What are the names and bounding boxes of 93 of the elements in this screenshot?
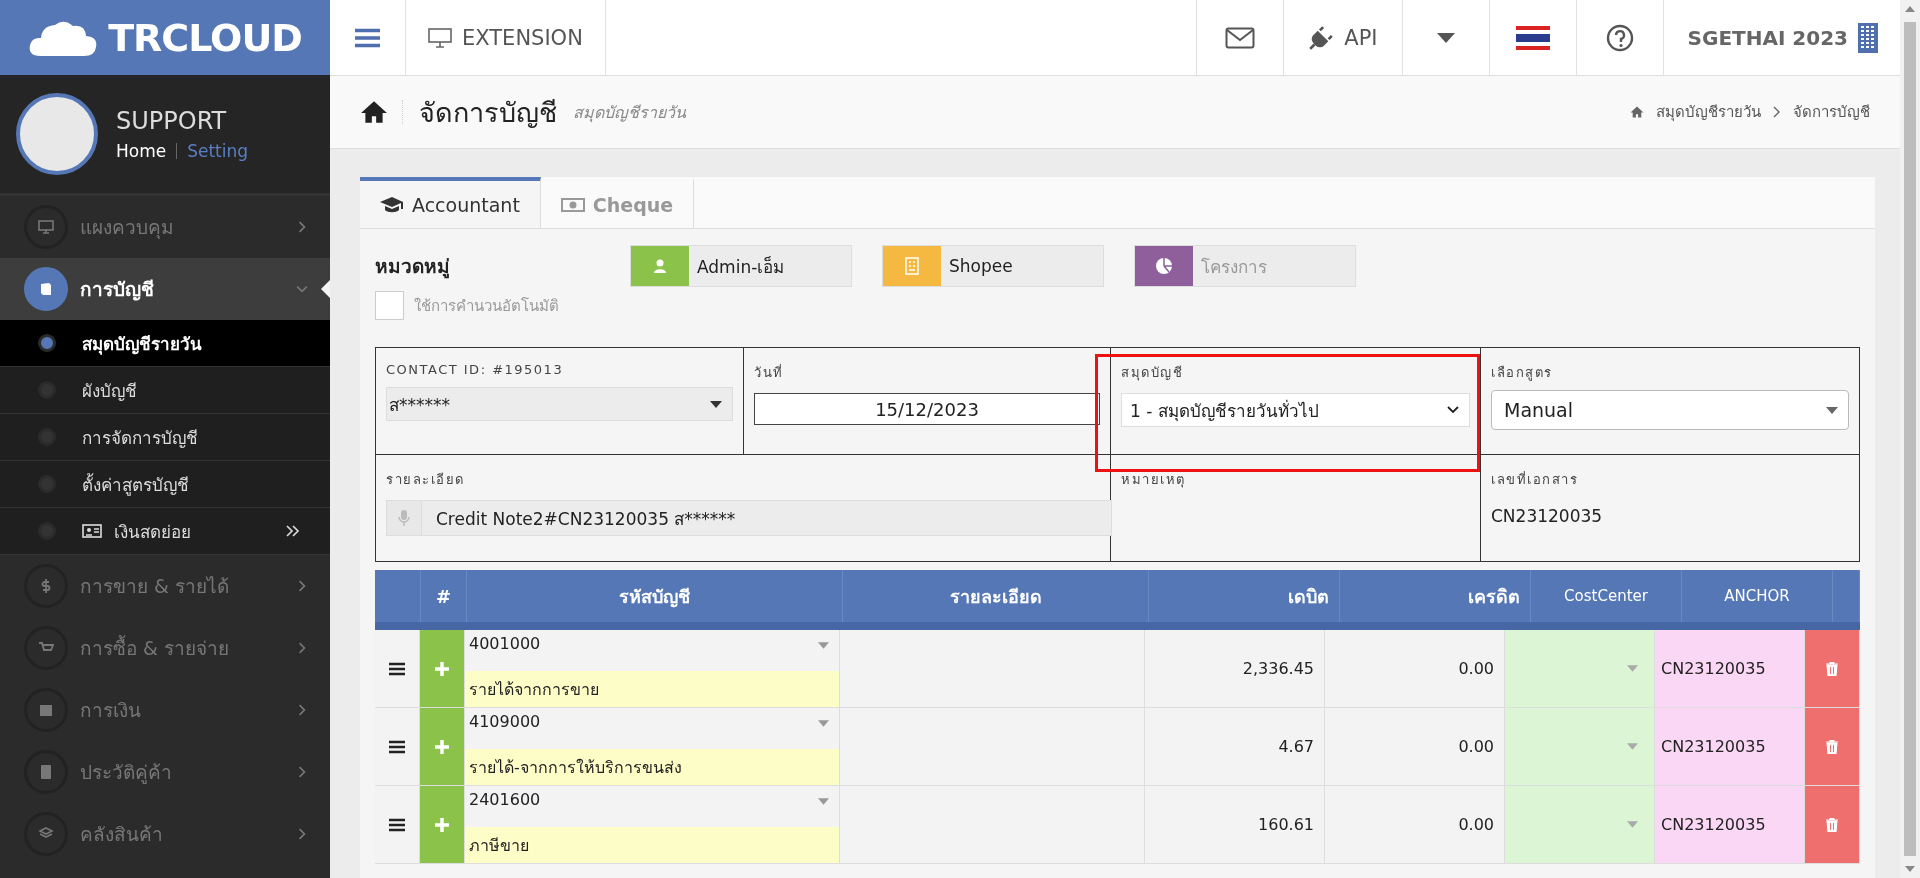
- field-label: หมายเหตุ: [1121, 471, 1187, 490]
- caret-icon: [1826, 406, 1838, 414]
- company-button[interactable]: SGETHAI 2023: [1663, 0, 1900, 75]
- journal-select[interactable]: 1 - สมุดบัญชีรายวันทั่วไป: [1121, 393, 1470, 427]
- monitor-icon: [428, 27, 452, 48]
- page-title: จัดการบัญชี: [419, 95, 557, 130]
- extension-button[interactable]: EXTENSION: [406, 0, 606, 75]
- drag-handle-icon[interactable]: [389, 739, 405, 754]
- id-card-icon: [82, 523, 102, 539]
- plug-icon: [1308, 24, 1335, 51]
- logo-text: TRCLOUD: [108, 15, 302, 60]
- caret-icon: [818, 798, 829, 805]
- checkbox-label: ใช้การคำนวนอัตโนมัติ: [414, 295, 559, 317]
- account-code-select[interactable]: 4001000: [465, 630, 839, 671]
- field-label: รายละเอียด: [386, 471, 466, 489]
- anchor-cell: CN23120035: [1655, 708, 1805, 785]
- trash-icon: [1826, 817, 1838, 832]
- submenu-item[interactable]: ผังบัญชี: [0, 367, 330, 414]
- category-button[interactable]: Admin-เอ็ม: [630, 245, 852, 287]
- column-header: ANCHOR: [1682, 570, 1833, 622]
- account-code-select[interactable]: 4109000: [465, 708, 839, 749]
- envelope-icon: [1225, 26, 1256, 49]
- graduation-cap-icon: [380, 195, 404, 214]
- account-name: รายได้จากการขาย: [465, 671, 839, 707]
- field-label: เลขที่เอกสาร: [1491, 470, 1579, 489]
- trash-icon: [1826, 661, 1838, 676]
- help-icon: [1605, 23, 1634, 52]
- breadcrumb-link[interactable]: จัดการบัญชี: [1793, 100, 1870, 124]
- date-field[interactable]: 15/12/2023: [754, 393, 1100, 425]
- column-header: รหัสบัญชี: [467, 570, 843, 622]
- debit-cell: 4.67: [1145, 708, 1325, 785]
- field-label: สมุดบัญชี: [1121, 364, 1184, 383]
- submenu-item[interactable]: สมุดบัญชีรายวัน: [0, 320, 330, 367]
- debit-cell: 2,336.45: [1145, 630, 1325, 707]
- setting-link[interactable]: Setting: [187, 141, 249, 161]
- chevron-down-icon: [1447, 406, 1459, 414]
- page-subtitle: สมุดบัญชีรายวัน: [573, 101, 687, 125]
- home-link[interactable]: Home: [116, 141, 167, 161]
- breadcrumb-link[interactable]: สมุดบัญชีรายวัน: [1656, 100, 1761, 124]
- flag-icon: [1515, 25, 1550, 50]
- field-label: วันที่: [754, 363, 785, 382]
- debit-cell: 160.61: [1145, 786, 1325, 863]
- formula-select[interactable]: Manual: [1491, 390, 1849, 430]
- caret-icon: [710, 400, 722, 408]
- caret-icon: [818, 720, 829, 727]
- plus-icon: [435, 661, 449, 676]
- add-row-button[interactable]: [420, 786, 465, 863]
- user-name: SUPPORT: [116, 107, 228, 135]
- anchor-cell: CN23120035: [1655, 630, 1805, 707]
- account-name: รายได้-จากการให้บริการขนส่ง: [465, 749, 839, 785]
- document-number: CN23120035: [1491, 505, 1604, 526]
- field-label: CONTACT ID: #195013: [386, 362, 565, 377]
- plus-icon: [435, 817, 449, 832]
- column-header: เดบิต: [1149, 570, 1340, 622]
- tab[interactable]: Accountant: [360, 177, 541, 228]
- delete-button[interactable]: [1805, 786, 1860, 863]
- caret-icon: [1627, 743, 1638, 750]
- add-row-button[interactable]: [420, 708, 465, 785]
- submenu-item[interactable]: ตั้งค่าสูตรบัญชี: [0, 461, 330, 508]
- breadcrumb-separator-icon: [1773, 106, 1781, 118]
- sidebar-item[interactable]: การบัญชี: [0, 258, 330, 320]
- column-header: CostCenter: [1531, 570, 1682, 622]
- category-button[interactable]: Shopee: [882, 245, 1104, 287]
- submenu-item[interactable]: การจัดการบัญชี: [0, 414, 330, 461]
- caret-icon: [1627, 665, 1638, 672]
- column-header: เครดิต: [1340, 570, 1531, 622]
- bullet-icon: [38, 334, 56, 352]
- column-header: รายละเอียด: [843, 570, 1149, 622]
- delete-button[interactable]: [1805, 708, 1860, 785]
- building-icon: [1858, 22, 1878, 53]
- caret-icon: [818, 642, 829, 649]
- submenu-item[interactable]: เงินสดย่อย: [0, 508, 330, 555]
- home-icon: [360, 100, 403, 124]
- scrollbar-thumb[interactable]: [1904, 22, 1916, 856]
- home-icon: [1630, 106, 1644, 118]
- delete-button[interactable]: [1805, 630, 1860, 707]
- column-header: #: [421, 570, 467, 622]
- field-label: เลือกสูตร: [1491, 364, 1554, 383]
- trash-icon: [1826, 739, 1838, 754]
- contact-select[interactable]: ส******: [386, 387, 733, 421]
- account-code-select[interactable]: 2401600: [465, 786, 839, 827]
- api-button[interactable]: API: [1284, 0, 1403, 75]
- anchor-cell: CN23120035: [1655, 786, 1805, 863]
- banknote-icon: [560, 196, 585, 213]
- checkbox[interactable]: [375, 291, 404, 320]
- caret-icon: [1627, 821, 1638, 828]
- add-row-button[interactable]: [420, 630, 465, 707]
- drag-handle-icon[interactable]: [389, 661, 405, 676]
- caret-icon: [1436, 32, 1455, 43]
- plus-icon: [435, 739, 449, 754]
- category-title: หมวดหมู่: [375, 254, 451, 281]
- drag-handle-icon[interactable]: [389, 817, 405, 832]
- account-name: ภาษีขาย: [465, 827, 839, 863]
